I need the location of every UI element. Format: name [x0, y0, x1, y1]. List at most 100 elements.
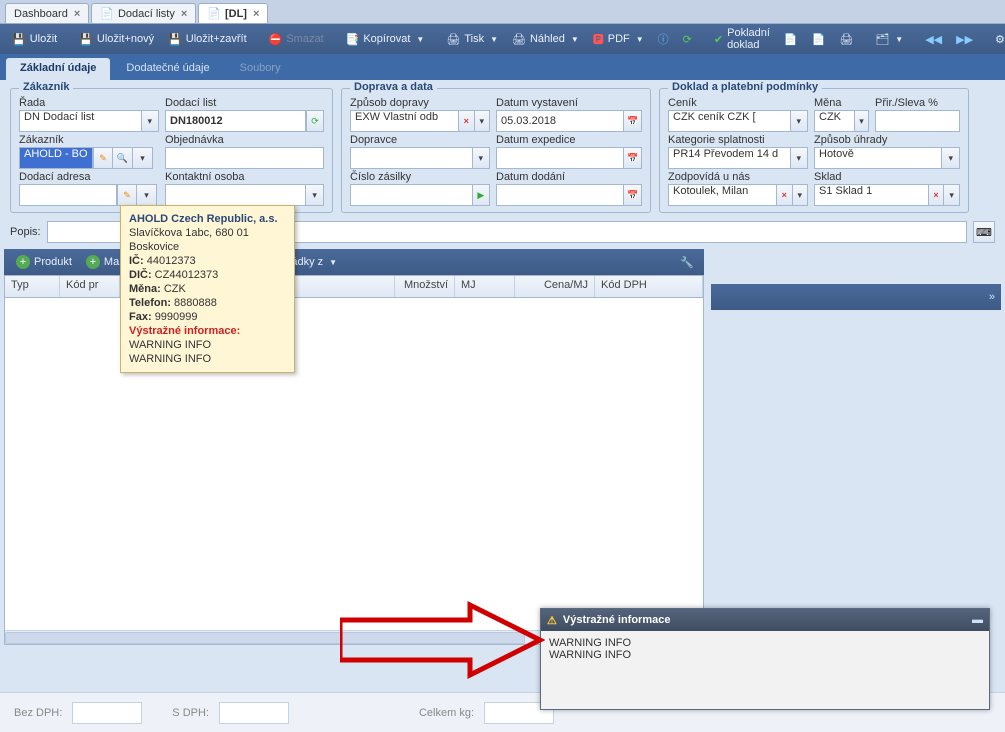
add-product-button[interactable]: +Produkt — [10, 252, 78, 272]
settings-button[interactable]: ⚙ — [989, 30, 1005, 49]
close-icon[interactable]: × — [74, 8, 80, 20]
objednavka-input[interactable] — [165, 147, 324, 169]
tab-zakladni-udaje[interactable]: Základní údaje — [6, 58, 110, 80]
dodaci-adresa-input[interactable] — [19, 184, 117, 206]
minimize-icon[interactable]: ▬ — [972, 614, 983, 626]
grid-config-button[interactable]: 🔧 — [676, 256, 698, 269]
dropdown-icon[interactable]: ▾ — [793, 184, 808, 206]
chevron-down-icon: ▼ — [329, 258, 337, 267]
dodaci-list-input[interactable] — [165, 110, 306, 132]
nav-next-button[interactable]: ▶▶ — [950, 30, 979, 49]
col-mj[interactable]: MJ — [455, 276, 515, 297]
clear-icon[interactable]: × — [459, 110, 474, 132]
dropdown-icon[interactable]: ▾ — [855, 110, 869, 132]
cislo-zasilky-input[interactable] — [350, 184, 473, 206]
close-icon[interactable]: × — [253, 8, 259, 20]
cislo-zasilky-label: Číslo zásilky — [350, 171, 490, 183]
annotation-arrow — [340, 600, 545, 680]
tab-soubory[interactable]: Soubory — [226, 58, 295, 80]
delete-button[interactable]: ⛔Smazat — [263, 30, 330, 49]
calendar-icon[interactable]: 📅 — [624, 147, 642, 169]
go-icon[interactable]: ▶ — [473, 184, 490, 206]
nav-prev-button[interactable]: ◀◀ — [919, 30, 948, 49]
warning-title: Výstražné informace — [563, 614, 671, 626]
cash-icon: ✔ — [714, 33, 723, 46]
refresh-icon[interactable]: ⟳ — [306, 110, 324, 132]
dropdown-icon[interactable]: ▾ — [306, 184, 324, 206]
dropdown-icon[interactable]: ▾ — [473, 147, 490, 169]
rada-input[interactable]: DN Dodací list — [19, 110, 142, 132]
clear-icon[interactable]: × — [929, 184, 945, 206]
col-typ[interactable]: Typ — [5, 276, 60, 297]
edit-icon[interactable]: ✎ — [117, 184, 137, 206]
plus-icon: + — [86, 255, 100, 269]
pokladni-button[interactable]: ✔Pokladní doklad — [708, 24, 776, 54]
dopravce-input[interactable] — [350, 147, 473, 169]
dropdown-icon[interactable]: ▾ — [142, 110, 159, 132]
save-close-button[interactable]: 💾Uložit+zavřít — [162, 30, 253, 49]
zakaznik-input[interactable]: AHOLD - BO — [19, 147, 93, 169]
zpusob-dopravy-label: Způsob dopravy — [350, 97, 490, 109]
template-icon: 🗂 — [875, 33, 889, 46]
tab-dodaci-listy[interactable]: 📄Dodací listy× — [91, 3, 196, 23]
clear-icon[interactable]: × — [777, 184, 792, 206]
col-cena[interactable]: Cena/MJ — [515, 276, 595, 297]
tab-dl[interactable]: 📄[DL]× — [198, 3, 268, 23]
preview-button[interactable]: 🖨Náhled▼ — [506, 30, 585, 49]
dropdown-icon[interactable]: ▾ — [137, 184, 157, 206]
info-button[interactable]: ⓘ — [652, 28, 675, 50]
dropdown-icon[interactable]: ▾ — [791, 110, 808, 132]
tab-dashboard[interactable]: Dashboard× — [5, 3, 89, 23]
datum-expedice-input[interactable] — [496, 147, 624, 169]
datum-dodani-input[interactable] — [496, 184, 624, 206]
tab-dodatecne-udaje[interactable]: Dodatečné údaje — [112, 58, 223, 80]
dropdown-icon[interactable]: ▾ — [791, 147, 808, 169]
kategorie-label: Kategorie splatnosti — [668, 134, 808, 146]
col-dph[interactable]: Kód DPH — [595, 276, 703, 297]
pdf-button[interactable]: 🅿PDF▼ — [587, 28, 650, 50]
calendar-icon[interactable]: 📅 — [624, 184, 642, 206]
doc2-button[interactable]: 📄 — [806, 30, 832, 49]
calendar-icon[interactable]: 📅 — [624, 110, 642, 132]
dodaci-list-label: Dodací list — [165, 97, 324, 109]
save-button[interactable]: 💾Uložit — [6, 30, 63, 49]
cenik-input[interactable]: CZK ceník CZK [ — [668, 110, 791, 132]
expand-icon[interactable]: » — [989, 291, 995, 303]
search-icon[interactable]: 🔍 — [113, 147, 133, 169]
rada-label: Řada — [19, 97, 159, 109]
zpusob-dopravy-input[interactable]: EXW Vlastní odb — [350, 110, 459, 132]
keyboard-icon[interactable]: ⌨ — [973, 221, 995, 243]
datum-vystaveni-input[interactable] — [496, 110, 624, 132]
disk-icon: 💾 — [12, 33, 26, 46]
zodpovida-input[interactable]: Kotoulek, Milan — [668, 184, 777, 206]
refresh-button[interactable]: ⟳ — [677, 30, 698, 49]
warning-panel: ⚠ Výstražné informace ▬ WARNING INFO WAR… — [540, 608, 990, 710]
minus-icon: ⛔ — [269, 33, 283, 46]
datum-vystaveni-label: Datum vystavení — [496, 97, 642, 109]
prir-sleva-input[interactable] — [875, 110, 960, 132]
kategorie-input[interactable]: PR14 Převodem 14 d — [668, 147, 791, 169]
dropdown-icon[interactable]: ▾ — [475, 110, 490, 132]
print2-button[interactable]: 🖨 — [833, 30, 859, 49]
dropdown-icon[interactable]: ▾ — [942, 147, 960, 169]
col-kod[interactable]: Kód pr — [60, 276, 120, 297]
doc1-button[interactable]: 📄 — [778, 30, 804, 49]
close-icon[interactable]: × — [181, 8, 187, 20]
mena-input[interactable]: CZK — [814, 110, 855, 132]
warning-line: WARNING INFO — [549, 649, 981, 661]
warning-line: WARNING INFO — [549, 637, 981, 649]
template-button[interactable]: 🗂▼ — [869, 30, 909, 49]
edit-icon[interactable]: ✎ — [93, 147, 113, 169]
sklad-input[interactable]: S1 Sklad 1 — [814, 184, 929, 206]
copy-button[interactable]: 📑Kopírovat▼ — [340, 30, 431, 49]
kontaktni-input[interactable] — [165, 184, 306, 206]
tab-label: Dodací listy — [118, 8, 175, 20]
main-toolbar: 💾Uložit 💾Uložit+nový 💾Uložit+zavřít ⛔Sma… — [0, 24, 1005, 54]
refresh-icon: ⟳ — [683, 33, 692, 46]
col-mnozstvi[interactable]: Množství — [395, 276, 455, 297]
dropdown-icon[interactable]: ▾ — [944, 184, 960, 206]
save-new-button[interactable]: 💾Uložit+nový — [73, 30, 160, 49]
zpusob-uhrady-input[interactable]: Hotově — [814, 147, 942, 169]
print-button[interactable]: 🖨Tisk▼ — [440, 30, 504, 49]
dropdown-icon[interactable]: ▾ — [133, 147, 153, 169]
